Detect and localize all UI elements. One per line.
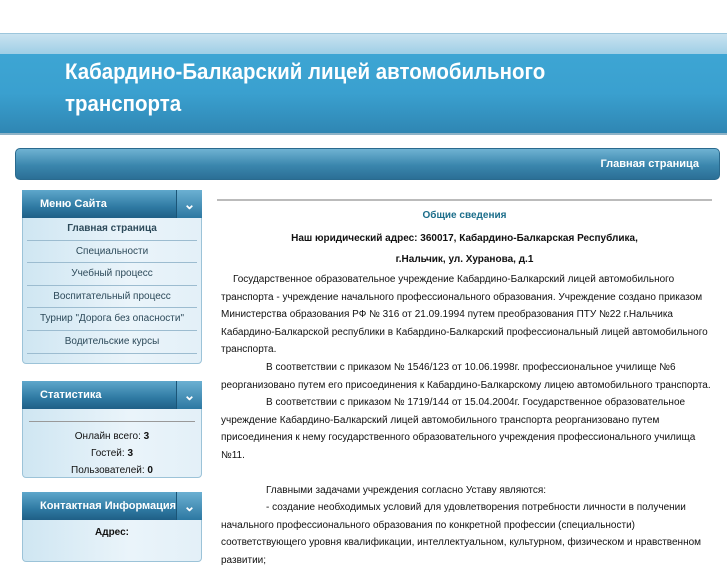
site-menu-title: Меню Сайта xyxy=(40,198,107,210)
menu-item-specialties[interactable]: Специальности xyxy=(27,241,197,264)
stat-online-value: 3 xyxy=(143,431,150,442)
chevron-down-icon[interactable]: ⌄ xyxy=(176,190,202,218)
stat-users: Пользователей: 0 xyxy=(23,462,201,479)
stat-guests-label: Гостей: xyxy=(90,448,125,459)
content-title: Общие сведения xyxy=(422,210,507,221)
stat-users-value: 0 xyxy=(147,465,153,476)
contact-address-label: Адрес: xyxy=(95,527,129,538)
stat-online: Онлайн всего: 3 xyxy=(23,428,201,445)
nav-home-link[interactable]: Главная страница xyxy=(600,158,699,170)
stats-title: Статистика xyxy=(40,389,102,401)
stat-guests-value: 3 xyxy=(127,448,134,459)
contact-title: Контактная Информация xyxy=(40,500,177,512)
stat-online-label: Онлайн всего: xyxy=(74,431,141,442)
menu-item-education[interactable]: Воспитательный процесс xyxy=(27,286,197,309)
top-nav: Главная страница xyxy=(15,148,720,180)
header-strip xyxy=(0,34,727,54)
stat-users-label: Пользователей: xyxy=(71,465,145,476)
paragraph-2: В соответствии с приказом № 1546/123 от … xyxy=(221,361,711,391)
stats-block: Статистика ⌄ Онлайн всего: 3 Гостей: 3 По… xyxy=(22,381,202,478)
contact-header: Контактная Информация ⌄ xyxy=(22,492,202,520)
site-title: Кабардино-Балкарский лицей автомобильног… xyxy=(65,59,546,116)
menu-item-home[interactable]: Главная страница xyxy=(27,218,197,241)
address-line-1: Наш юридический адрес: 360017, Кабардино… xyxy=(291,233,638,244)
chevron-down-icon[interactable]: ⌄ xyxy=(176,381,202,409)
address-line-2: г.Нальчик, ул. Хуранова, д.1 xyxy=(395,254,534,265)
paragraph-5: - создание необходимых условий для удовл… xyxy=(221,502,702,566)
paragraph-3: В соответствии с приказом № 1719/144 от … xyxy=(221,397,696,461)
menu-item-tournament[interactable]: Турнир "Дорога без опасности" xyxy=(27,308,197,331)
paragraph-1: Государственное образовательное учрежден… xyxy=(221,274,708,356)
menu-item-study[interactable]: Учебный процесс xyxy=(27,263,197,286)
site-header: Кабардино-Балкарский лицей автомобильног… xyxy=(0,33,727,135)
site-menu-block: Меню Сайта ⌄ Главная страница Специальнос… xyxy=(22,190,202,364)
paragraph-4: Главными задачами учреждения согласно Ус… xyxy=(266,484,547,496)
divider xyxy=(29,421,195,422)
main-content: Общие сведения Наш юридический адрес: 36… xyxy=(217,199,712,570)
contact-block: Контактная Информация ⌄ Адрес: xyxy=(22,492,202,562)
chevron-down-icon[interactable]: ⌄ xyxy=(176,492,202,520)
stats-header: Статистика ⌄ xyxy=(22,381,202,409)
stat-guests: Гостей: 3 xyxy=(23,445,201,462)
menu-item-driving-courses[interactable]: Водительские курсы xyxy=(27,331,197,354)
site-menu-header: Меню Сайта ⌄ xyxy=(22,190,202,218)
